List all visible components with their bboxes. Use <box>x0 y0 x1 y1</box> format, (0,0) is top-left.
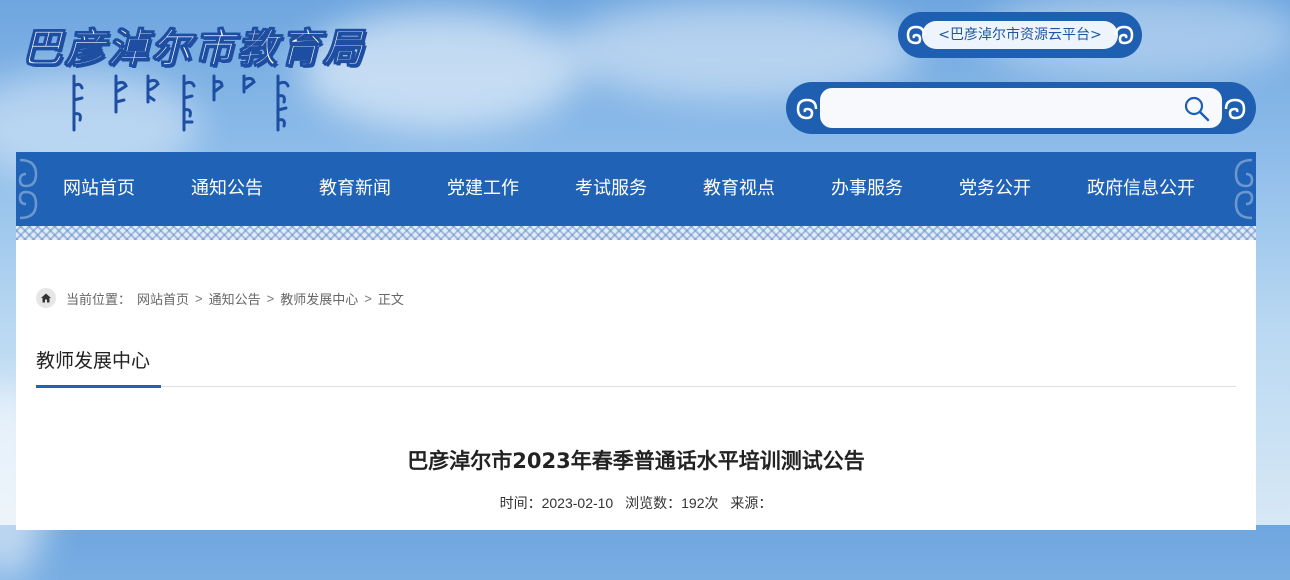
breadcrumb-separator: > <box>364 290 372 306</box>
site-title: 巴彦淖尔市教育局 <box>22 25 366 73</box>
cloud-platform-label: <巴彦淖尔市资源云平台> <box>922 21 1118 49</box>
nav-item-notices[interactable]: 通知公告 <box>191 152 263 226</box>
mongolian-ornament-icon <box>1234 158 1254 220</box>
main-content: 当前位置： 网站首页 > 通知公告 > 教师发展中心 > 正文 教师发展中心 巴… <box>16 240 1256 530</box>
breadcrumb-separator: > <box>195 290 203 306</box>
article-time: 时间：2023-02-10 <box>499 495 614 511</box>
mongolian-ornament-icon <box>796 98 818 120</box>
section-divider <box>36 386 1236 387</box>
nav-item-services[interactable]: 办事服务 <box>831 152 903 226</box>
nav-item-education-focus[interactable]: 教育视点 <box>703 152 775 226</box>
mongolian-ornament-icon <box>1114 25 1134 45</box>
nav-item-home[interactable]: 网站首页 <box>63 152 135 226</box>
nav-item-gov-info[interactable]: 政府信息公开 <box>1087 152 1195 226</box>
breadcrumb: 当前位置： 网站首页 > 通知公告 > 教师发展中心 > 正文 <box>36 288 404 308</box>
home-icon <box>36 288 56 308</box>
breadcrumb-link-notices[interactable]: 通知公告 <box>209 289 261 308</box>
search-icon[interactable] <box>1182 94 1212 124</box>
breadcrumb-prefix: 当前位置： <box>66 291 132 307</box>
nav-item-party-building[interactable]: 党建工作 <box>447 152 519 226</box>
breadcrumb-link-teacher-center[interactable]: 教师发展中心 <box>280 289 358 308</box>
section-title: 教师发展中心 <box>36 350 151 372</box>
article-title: 巴彦淖尔市2023年春季普通话水平培训测试公告 <box>407 449 865 473</box>
nav-item-exam-services[interactable]: 考试服务 <box>575 152 647 226</box>
breadcrumb-link-home[interactable]: 网站首页 <box>137 289 189 308</box>
article-source: 来源： <box>730 495 773 511</box>
breadcrumb-current: 正文 <box>377 291 404 307</box>
cloud-platform-link[interactable]: <巴彦淖尔市资源云平台> <box>898 12 1142 58</box>
main-nav: 网站首页 通知公告 教育新闻 党建工作 考试服务 教育视点 办事服务 党务公开 … <box>16 152 1256 226</box>
mongolian-script-logo <box>72 74 290 132</box>
mongolian-ornament-icon <box>906 25 926 45</box>
search-bar <box>786 82 1256 134</box>
decorative-pattern-strip <box>16 226 1256 240</box>
section-title-underline <box>36 385 161 388</box>
breadcrumb-separator: > <box>266 290 275 306</box>
article-views: 浏览数：192次 <box>625 495 719 511</box>
mongolian-ornament-icon <box>1224 98 1246 120</box>
nav-item-party-affairs[interactable]: 党务公开 <box>959 152 1031 226</box>
article-meta: 时间：2023-02-10 浏览数：192次 来源： <box>16 493 1256 513</box>
nav-item-education-news[interactable]: 教育新闻 <box>319 152 391 226</box>
search-input[interactable] <box>820 88 1222 128</box>
